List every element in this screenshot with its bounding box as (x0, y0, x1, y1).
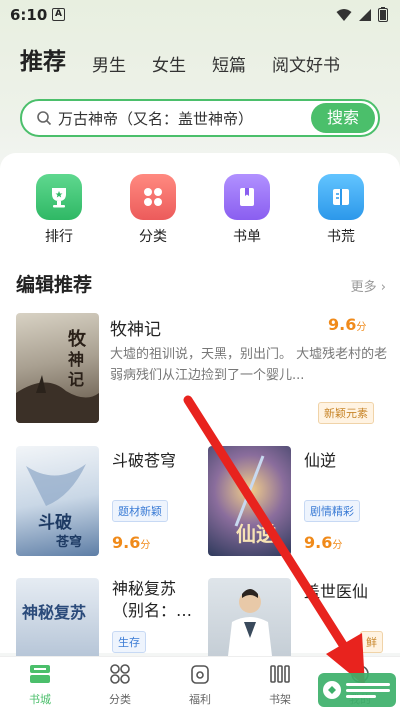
book-cover-mushenji[interactable]: 牧神记 (16, 313, 99, 423)
featured-book-score: 9.6分 (328, 315, 366, 334)
battery-icon (378, 7, 388, 22)
svg-text:记: 记 (68, 370, 84, 389)
book-cover-shenmi[interactable]: 神秘复苏 (16, 578, 99, 656)
search-icon (37, 111, 52, 126)
svg-text:苍穹: 苍穹 (55, 534, 82, 550)
tab-female[interactable]: 女生 (152, 51, 186, 76)
quick-category[interactable]: 分类 (118, 174, 188, 246)
svg-text:神秘复苏: 神秘复苏 (22, 603, 86, 622)
nav-welfare-label: 福利 (189, 693, 211, 706)
gift-icon (191, 665, 209, 684)
book-score-doupo: 9.6分 (112, 533, 150, 552)
book-tag-doupo: 题材新颖 (112, 500, 168, 522)
chevron-right-icon: › (380, 280, 386, 295)
quick-ranking[interactable]: 排行 (24, 174, 94, 246)
featured-score-unit: 分 (356, 322, 367, 333)
featured-score-value: 9.6 (328, 315, 357, 334)
quick-bookhunger[interactable]: 书荒 (306, 174, 376, 246)
tab-good-books[interactable]: 阅文好书 (272, 51, 340, 76)
book-cover-xianni[interactable]: 仙逆 (208, 446, 291, 556)
nav-bookshelf[interactable]: 书架 (240, 657, 320, 711)
nav-category[interactable]: 分类 (80, 657, 160, 711)
search-button[interactable]: 搜索 (311, 103, 375, 133)
more-label: 更多 (350, 280, 377, 295)
quick-booklist[interactable]: 书单 (212, 174, 282, 246)
grid-icon (130, 174, 176, 220)
bookshelf-nav-icon (270, 665, 290, 683)
book-title-gaishi[interactable]: 盖世医仙 (304, 578, 368, 602)
book-title-xianni[interactable]: 仙逆 (304, 447, 336, 471)
svg-text:神: 神 (68, 350, 84, 369)
featured-book-tag: 新颖元素 (318, 402, 374, 424)
status-bar: 6:10 A (0, 0, 400, 30)
nav-category-label: 分类 (109, 693, 131, 706)
search-input[interactable]: 万古神帝（又名：盖世神帝） (58, 108, 311, 129)
top-tabs: 推荐 男生 女生 短篇 阅文好书 (20, 42, 366, 76)
book-score-xianni: 9.6分 (304, 533, 342, 552)
quick-category-label: 分类 (139, 229, 167, 245)
section-title: 编辑推荐 (16, 274, 93, 296)
nav-bookshelf-label: 书架 (269, 693, 291, 706)
book-cover-gaishi[interactable] (208, 578, 291, 656)
svg-text:斗破: 斗破 (38, 512, 72, 533)
xianni-score-value: 9.6 (304, 533, 333, 552)
doupo-score-value: 9.6 (112, 533, 141, 552)
more-link[interactable]: 更多 › (351, 276, 386, 295)
book-tag-xianni: 剧情精彩 (304, 500, 360, 522)
quick-bookhunger-label: 书荒 (327, 229, 355, 245)
signal-icon (359, 8, 371, 21)
watermark-logo (318, 673, 396, 707)
book-title-shenmi[interactable]: 神秘复苏（别名：… (112, 578, 194, 622)
svg-text:牧: 牧 (68, 328, 87, 350)
status-icons (336, 7, 388, 22)
category-icon (110, 664, 130, 684)
bookstore-icon (30, 665, 50, 683)
wifi-icon (336, 8, 352, 21)
book-list-icon (224, 174, 270, 220)
svg-text:仙逆: 仙逆 (236, 522, 276, 546)
book-tag-gaishi: 鲜 (360, 631, 383, 653)
nav-welfare[interactable]: 福利 (160, 657, 240, 711)
notification-a-icon: A (52, 8, 65, 21)
doupo-score-unit: 分 (140, 540, 151, 551)
trophy-icon (36, 174, 82, 220)
tab-recommend[interactable]: 推荐 (20, 42, 66, 76)
book-tag-shenmi: 生存 (112, 631, 146, 653)
book-title-doupo[interactable]: 斗破苍穹 (112, 447, 176, 471)
nav-bookstore[interactable]: 书城 (0, 657, 80, 711)
status-time: 6:10 (10, 6, 48, 24)
book-cover-doupo[interactable]: 斗破 苍穹 (16, 446, 99, 556)
featured-book-title[interactable]: 牧神记 (110, 315, 161, 340)
nav-bookstore-label: 书城 (29, 693, 51, 706)
featured-book-desc: 大墟的祖训说，天黑，别出门。 大墟残老村的老弱病残们从江边捡到了一个婴儿... (110, 347, 388, 383)
bookshelf-icon (318, 174, 364, 220)
quick-entries: 排行 分类 书单 书荒 (0, 174, 400, 246)
tab-male[interactable]: 男生 (92, 51, 126, 76)
tab-short[interactable]: 短篇 (212, 51, 246, 76)
search-bar[interactable]: 万古神帝（又名：盖世神帝） 搜索 (20, 99, 380, 137)
quick-booklist-label: 书单 (233, 229, 261, 245)
xianni-score-unit: 分 (332, 540, 343, 551)
quick-ranking-label: 排行 (45, 229, 73, 245)
